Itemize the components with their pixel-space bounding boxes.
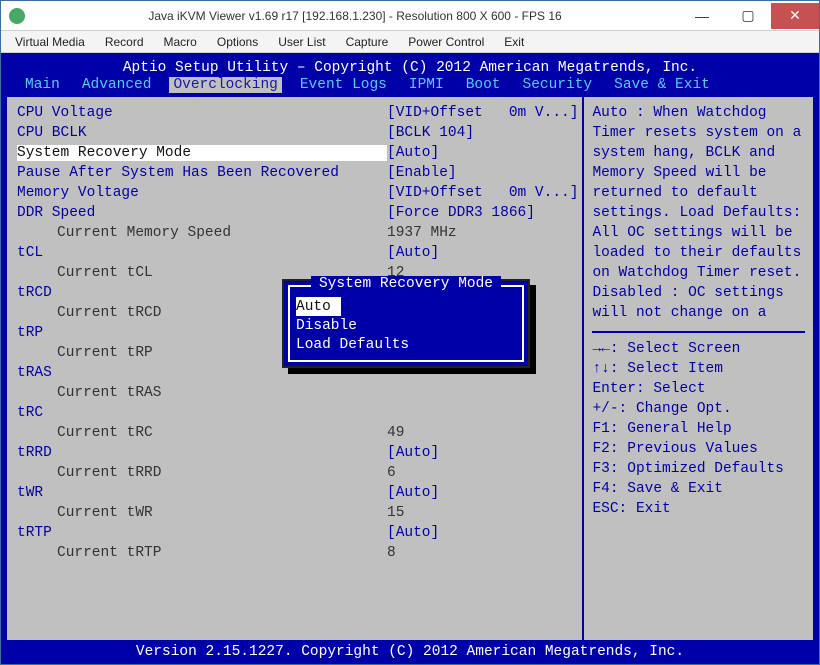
- setting-value: [Auto]: [387, 445, 439, 461]
- setting-value: [VID+Offset 0m V...]: [387, 185, 578, 201]
- tab-event-logs[interactable]: Event Logs: [296, 77, 391, 93]
- bios-body: CPU Voltage[VID+Offset 0m V...]CPU BCLK[…: [5, 95, 815, 642]
- menu-capture[interactable]: Capture: [338, 33, 397, 51]
- popup-item-load-defaults[interactable]: Load Defaults: [296, 335, 516, 354]
- setting-label: tRC: [17, 405, 387, 421]
- menu-macro[interactable]: Macro: [156, 33, 205, 51]
- popup-item-auto[interactable]: Auto: [296, 297, 341, 316]
- menu-record[interactable]: Record: [97, 33, 152, 51]
- bios-help-panel: Auto : When Watchdog Timer resets system…: [582, 97, 813, 640]
- setting-row[interactable]: Memory Voltage[VID+Offset 0m V...]: [17, 183, 578, 203]
- key-hint: F3: Optimized Defaults: [592, 459, 805, 479]
- setting-value: [Auto]: [387, 245, 439, 261]
- setting-label: Current tRC: [17, 425, 387, 441]
- tab-main[interactable]: Main: [21, 77, 64, 93]
- key-hint: ↑↓: Select Item: [592, 359, 805, 379]
- key-hint: →←: Select Screen: [592, 339, 805, 359]
- setting-label: Current tWR: [17, 505, 387, 521]
- setting-label: tCL: [17, 245, 387, 261]
- setting-row[interactable]: tRTP[Auto]: [17, 523, 578, 543]
- popup-item-disable[interactable]: Disable: [296, 316, 516, 335]
- tab-security[interactable]: Security: [519, 77, 597, 93]
- setting-label: tWR: [17, 485, 387, 501]
- app-window: Java iKVM Viewer v1.69 r17 [192.168.1.23…: [0, 0, 820, 665]
- setting-label: tRRD: [17, 445, 387, 461]
- setting-row: Current tWR15: [17, 503, 578, 523]
- setting-row[interactable]: tWR[Auto]: [17, 483, 578, 503]
- setting-row: Current Memory Speed1937 MHz: [17, 223, 578, 243]
- tab-boot[interactable]: Boot: [462, 77, 505, 93]
- setting-row[interactable]: DDR Speed[Force DDR3 1866]: [17, 203, 578, 223]
- setting-label: Current tRAS: [17, 385, 387, 401]
- popup-title: System Recovery Mode: [311, 276, 501, 292]
- setting-row[interactable]: System Recovery Mode[Auto]: [17, 143, 578, 163]
- help-divider: [592, 331, 805, 333]
- tab-advanced[interactable]: Advanced: [78, 77, 156, 93]
- setting-value: 8: [387, 545, 396, 561]
- setting-label: Current Memory Speed: [17, 225, 387, 241]
- tab-save-exit[interactable]: Save & Exit: [610, 77, 714, 93]
- key-hint: F4: Save & Exit: [592, 479, 805, 499]
- minimize-button[interactable]: —: [679, 3, 725, 29]
- menu-user-list[interactable]: User List: [270, 33, 333, 51]
- menu-power-control[interactable]: Power Control: [400, 33, 492, 51]
- key-hint: +/-: Change Opt.: [592, 399, 805, 419]
- setting-row[interactable]: CPU Voltage[VID+Offset 0m V...]: [17, 103, 578, 123]
- setting-label: CPU Voltage: [17, 105, 387, 121]
- setting-label: DDR Speed: [17, 205, 387, 221]
- key-hints: →←: Select Screen↑↓: Select ItemEnter: S…: [592, 339, 805, 519]
- setting-value: 6: [387, 465, 396, 481]
- setting-label: System Recovery Mode: [17, 145, 387, 161]
- bios-tabs: Main Advanced Overclocking Event Logs IP…: [5, 77, 815, 95]
- menubar: Virtual Media Record Macro Options User …: [1, 31, 819, 53]
- tab-overclocking[interactable]: Overclocking: [169, 77, 281, 93]
- setting-row[interactable]: tCL[Auto]: [17, 243, 578, 263]
- setting-row: Current tRTP8: [17, 543, 578, 563]
- key-hint: F1: General Help: [592, 419, 805, 439]
- bios-settings-panel: CPU Voltage[VID+Offset 0m V...]CPU BCLK[…: [7, 97, 582, 640]
- menu-exit[interactable]: Exit: [496, 33, 532, 51]
- setting-label: CPU BCLK: [17, 125, 387, 141]
- setting-row: Current tRC49: [17, 423, 578, 443]
- setting-value: [BCLK 104]: [387, 125, 474, 141]
- tab-ipmi[interactable]: IPMI: [405, 77, 448, 93]
- setting-label: tRTP: [17, 525, 387, 541]
- setting-label: Current tRTP: [17, 545, 387, 561]
- bios-footer: Version 2.15.1227. Copyright (C) 2012 Am…: [5, 642, 815, 664]
- setting-label: Memory Voltage: [17, 185, 387, 201]
- maximize-button[interactable]: ▢: [725, 3, 771, 29]
- setting-value: [Auto]: [387, 145, 439, 161]
- setting-value: [VID+Offset 0m V...]: [387, 105, 578, 121]
- setting-row: Current tRRD6: [17, 463, 578, 483]
- window-title: Java iKVM Viewer v1.69 r17 [192.168.1.23…: [31, 9, 679, 23]
- key-hint: F2: Previous Values: [592, 439, 805, 459]
- setting-value: [Enable]: [387, 165, 457, 181]
- setting-row[interactable]: tRC: [17, 403, 578, 423]
- setting-value: 1937 MHz: [387, 225, 457, 241]
- setting-label: Pause After System Has Been Recovered: [17, 165, 387, 181]
- setting-value: [Force DDR3 1866]: [387, 205, 535, 221]
- setting-label: Current tRRD: [17, 465, 387, 481]
- setting-value: [Auto]: [387, 525, 439, 541]
- setting-value: 49: [387, 425, 404, 441]
- setting-value: 15: [387, 505, 404, 521]
- menu-options[interactable]: Options: [209, 33, 266, 51]
- popup-system-recovery-mode: System Recovery Mode Auto Disable Load D…: [282, 279, 530, 368]
- setting-row: Current tRAS: [17, 383, 578, 403]
- setting-row[interactable]: Pause After System Has Been Recovered[En…: [17, 163, 578, 183]
- titlebar: Java iKVM Viewer v1.69 r17 [192.168.1.23…: [1, 1, 819, 31]
- bios-header: Aptio Setup Utility – Copyright (C) 2012…: [5, 58, 815, 77]
- key-hint: Enter: Select: [592, 379, 805, 399]
- setting-value: [Auto]: [387, 485, 439, 501]
- setting-row[interactable]: CPU BCLK[BCLK 104]: [17, 123, 578, 143]
- key-hint: ESC: Exit: [592, 499, 805, 519]
- bios-screen: Aptio Setup Utility – Copyright (C) 2012…: [1, 53, 819, 664]
- help-text: Auto : When Watchdog Timer resets system…: [592, 103, 805, 323]
- app-icon: [9, 8, 25, 24]
- menu-virtual-media[interactable]: Virtual Media: [7, 33, 93, 51]
- setting-row[interactable]: tRRD[Auto]: [17, 443, 578, 463]
- close-button[interactable]: ✕: [771, 3, 819, 29]
